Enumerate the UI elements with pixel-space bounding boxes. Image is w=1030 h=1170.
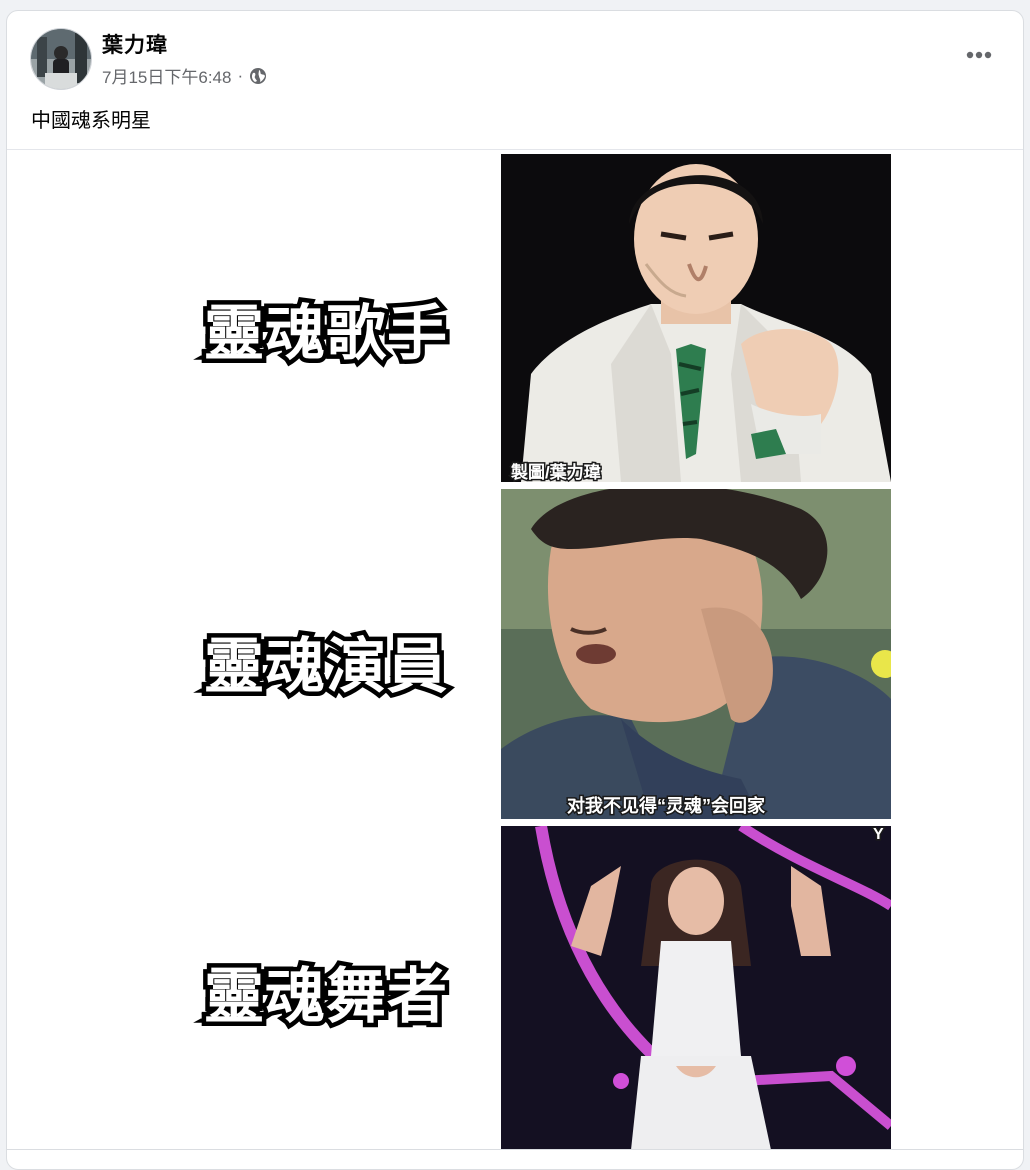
author-avatar[interactable] — [30, 28, 92, 90]
post-card: 葉力瑋 7月15日下午6:48 · 中國魂系明星 靈魂歌手 製圖/葉力瑋 靈魂演… — [6, 10, 1024, 1170]
meta-separator: · — [237, 65, 244, 85]
post-meta: 7月15日下午6:48 · — [102, 63, 267, 88]
caption-watermark: Y — [872, 826, 886, 845]
post-text: 中國魂系明星 — [31, 110, 151, 132]
post-image[interactable]: 靈魂歌手 製圖/葉力瑋 靈魂演員 对我不见得“灵魂”会回家 靈魂舞者 Y — [7, 150, 1023, 1150]
more-horizontal-icon — [966, 51, 992, 59]
caption-credit: 製圖/葉力瑋 — [510, 462, 603, 483]
bottom-divider — [7, 1149, 1023, 1150]
post-timestamp[interactable]: 7月15日下午6:48 — [102, 63, 231, 88]
label-soul-actor: 靈魂演員 — [200, 628, 452, 707]
label-soul-singer: 靈魂歌手 — [200, 295, 452, 374]
photo-singer: 製圖/葉力瑋 — [501, 154, 891, 482]
photo-actor: 对我不见得“灵魂”会回家 — [501, 489, 891, 819]
globe-icon[interactable] — [249, 67, 267, 85]
label-soul-dancer: 靈魂舞者 — [200, 958, 452, 1037]
author-name[interactable]: 葉力瑋 — [102, 29, 168, 59]
photo-dancer: Y — [501, 826, 891, 1150]
more-options-button[interactable] — [959, 39, 999, 71]
caption-subtitle: 对我不见得“灵魂”会回家 — [566, 795, 767, 818]
